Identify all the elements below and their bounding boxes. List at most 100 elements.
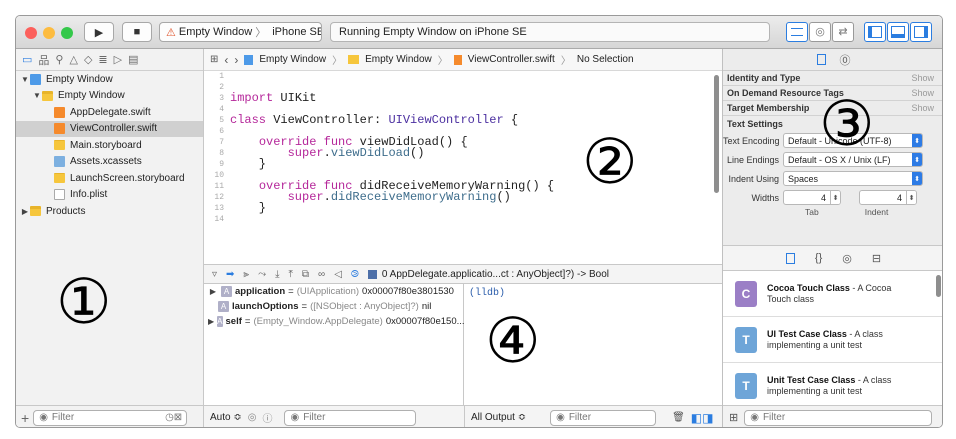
stepper-icon[interactable]: ⬍ [906, 191, 916, 204]
tree-item-label: LaunchScreen.storyboard [70, 172, 185, 184]
breadcrumb-file[interactable]: ViewController.swift [468, 54, 555, 65]
show-link[interactable]: Show [911, 103, 934, 113]
quick-help-icon[interactable]: ⓪ [840, 52, 851, 68]
project-icon [30, 73, 41, 85]
tree-item-group[interactable]: ▼ Empty Window [16, 88, 203, 105]
section-title: Identity and Type [727, 73, 801, 83]
editor-scrollbar[interactable] [714, 75, 719, 193]
variables-scope-popup[interactable]: Auto ≎ [210, 412, 242, 423]
file-template-icon[interactable] [785, 252, 795, 264]
tree-item-project[interactable]: ▼ Empty Window [16, 71, 203, 88]
object-library-icon[interactable]: ◎ [842, 252, 852, 265]
indent-width-field[interactable]: 4 ⬍ [859, 190, 917, 205]
forward-icon[interactable]: › [234, 53, 238, 67]
stack-frame-label[interactable]: 0 AppDelegate.applicatio...ct : AnyObjec… [382, 269, 609, 280]
test-icon[interactable]: ◇ [84, 53, 92, 66]
variable-row[interactable]: ▶ A self = (Empty_Window.AppDelegate) 0x… [204, 314, 465, 329]
disclosure-open-icon[interactable]: ▼ [20, 75, 30, 84]
search-icon[interactable]: ⚲ [55, 53, 63, 66]
eye-icon[interactable]: ◎ [248, 412, 257, 423]
disclosure-open-icon[interactable]: ▼ [32, 91, 42, 100]
breadcrumb-group[interactable]: Empty Window [365, 54, 432, 65]
minimize-window-button[interactable] [43, 27, 55, 39]
line-number: 4 [219, 105, 224, 114]
version-editor-button[interactable]: ⇄ [832, 22, 854, 42]
stop-button[interactable]: ■ [122, 22, 152, 42]
continue-icon[interactable]: ⫸ [243, 269, 249, 280]
section-identity[interactable]: Identity and Type Show [723, 71, 942, 86]
step-into-icon[interactable]: ⤓ [275, 269, 279, 280]
folder-icon[interactable]: ▭ [22, 53, 32, 66]
code-area[interactable]: 1 2 3 4 5 6 7 8 9 10 11 12 13 14 import … [204, 71, 722, 264]
debug-navigator-icon[interactable]: ≣ [98, 53, 107, 66]
toggle-navigator-button[interactable] [864, 22, 886, 42]
stepper-icon[interactable]: ⬍ [830, 191, 840, 204]
scheme-selector[interactable]: ⚠ Empty Window 〉 iPhone SE [159, 22, 322, 42]
split-view-icon[interactable]: ◧◨ [691, 411, 714, 425]
tree-item-main-storyboard[interactable]: Main.storyboard [16, 137, 203, 154]
library-filter-field[interactable]: ◉ Filter [744, 409, 933, 426]
disclosure-closed-icon[interactable]: ▶ [20, 207, 30, 216]
indent-using-popup[interactable]: Spaces ⬍ [783, 171, 923, 186]
variable-row[interactable]: ▶ A application = (UIApplication) 0x0000… [204, 284, 463, 299]
tab-width-field[interactable]: 4 ⬍ [783, 190, 841, 205]
code-snippet-icon[interactable]: {} [815, 252, 822, 264]
disclosure-closed-icon[interactable]: ▶ [208, 317, 214, 326]
back-icon[interactable]: ‹ [224, 53, 228, 67]
close-window-button[interactable] [25, 27, 37, 39]
report-icon[interactable]: ▤ [128, 53, 138, 66]
line-number: 12 [214, 193, 224, 202]
warning-icon[interactable]: △ [69, 53, 77, 66]
add-icon[interactable]: + [21, 410, 29, 426]
library-item[interactable]: T UI Test Case Class - A class implement… [723, 317, 942, 363]
thread-icon[interactable]: ⧁ [351, 269, 359, 280]
view-debugger-icon[interactable]: ⧉ [302, 269, 309, 280]
related-items-icon[interactable]: ⊞ [210, 54, 218, 65]
console-filter-field[interactable]: ◉ Filter [550, 409, 657, 426]
variable-row[interactable]: A launchOptions = ([NSObject : AnyObject… [204, 299, 463, 314]
variables-filter-field[interactable]: ◉ Filter [284, 409, 417, 426]
library-item[interactable]: C Cocoa Touch Class - A Cocoa Touch clas… [723, 271, 942, 317]
toggle-utilities-button[interactable] [910, 22, 932, 42]
breadcrumb-project[interactable]: Empty Window [259, 54, 326, 65]
tree-item-infoplist[interactable]: Info.plist [16, 187, 203, 204]
navigator-filter-field[interactable]: ◉ Filter ◷⊠ [33, 409, 188, 426]
standard-editor-button[interactable] [786, 22, 808, 42]
library-item-title: UI Test Case Class [767, 328, 847, 339]
run-button[interactable]: ▶ [84, 22, 114, 42]
zoom-window-button[interactable] [61, 27, 73, 39]
tree-item-label: AppDelegate.swift [70, 106, 151, 118]
breakpoints-toggle-icon[interactable]: ➡ [226, 269, 234, 280]
breadcrumb-symbol[interactable]: No Selection [577, 54, 634, 65]
tree-item-viewcontroller[interactable]: ViewController.swift [16, 120, 203, 137]
recent-files-icon[interactable]: ◷⊠ [165, 412, 182, 423]
tree-item-assets[interactable]: Assets.xcassets [16, 154, 203, 171]
symbol-navigator-icon[interactable]: 品 [38, 52, 49, 68]
assistant-editor-button[interactable]: ◎ [809, 22, 831, 42]
breakpoint-icon[interactable]: ▷ [114, 53, 122, 66]
memory-graph-icon[interactable]: ∞ [318, 269, 325, 280]
show-link[interactable]: Show [911, 88, 934, 98]
disclosure-closed-icon[interactable]: ▶ [208, 287, 218, 296]
library-item[interactable]: T Unit Test Case Class - A class impleme… [723, 363, 942, 405]
show-link[interactable]: Show [911, 73, 934, 83]
tree-item-appdelegate[interactable]: AppDelegate.swift [16, 104, 203, 121]
grid-view-icon[interactable]: ⊞ [729, 411, 738, 424]
console-view[interactable]: (lldb) ④ [465, 284, 722, 405]
toggle-debug-area-button[interactable] [887, 22, 909, 42]
tree-item-products[interactable]: ▶ Products [16, 203, 203, 220]
tree-item-launchscreen[interactable]: LaunchScreen.storyboard [16, 170, 203, 187]
step-out-icon[interactable]: ⤒ [288, 269, 292, 280]
hide-debug-area-icon[interactable]: ▿ [212, 269, 217, 280]
file-inspector-icon[interactable] [816, 54, 826, 65]
location-icon[interactable]: ◁ [334, 269, 342, 280]
trash-icon[interactable]: 🗑 [672, 412, 685, 423]
variable-value: 0x00007f80e3801530 [362, 286, 454, 297]
library-scrollbar[interactable] [936, 275, 941, 297]
console-output-popup[interactable]: All Output ≎ [471, 412, 526, 423]
step-over-icon[interactable]: ⤳ [258, 269, 266, 280]
variable-value: nil [421, 301, 432, 312]
tree-item-label: Empty Window [58, 90, 125, 102]
media-library-icon[interactable]: ⊟ [872, 252, 881, 265]
info-icon[interactable]: ⓘ [262, 410, 272, 425]
